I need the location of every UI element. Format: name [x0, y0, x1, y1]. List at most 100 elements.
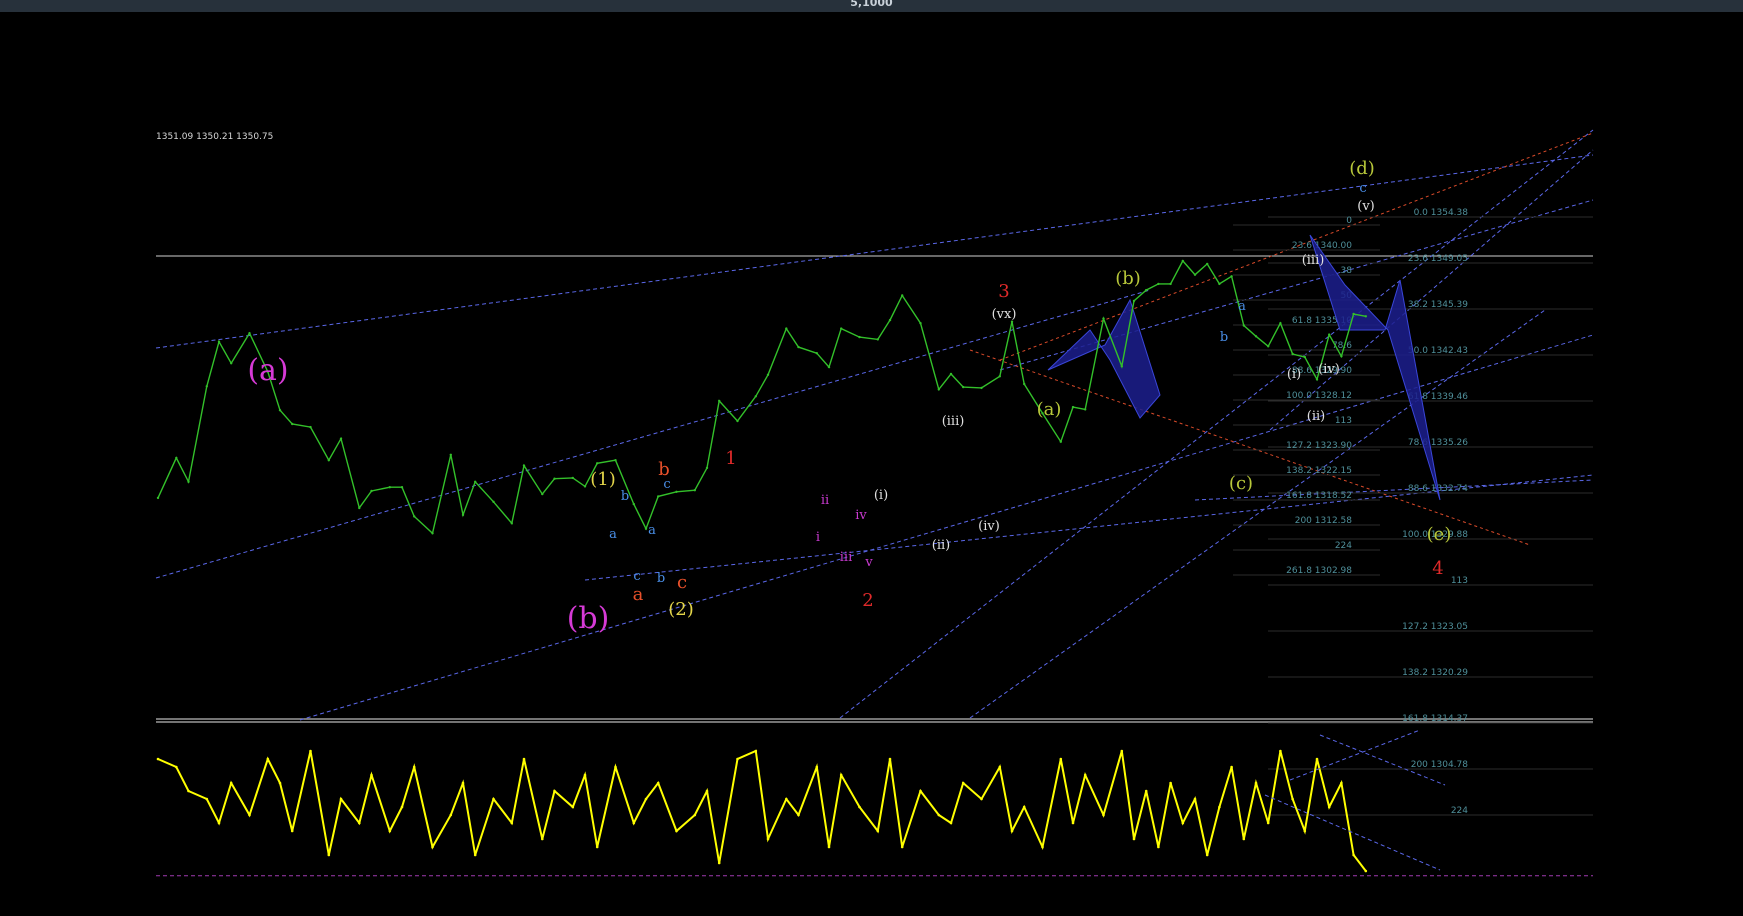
- price-point: [1120, 365, 1124, 368]
- oscillator-point: [449, 813, 453, 817]
- price-point: [827, 365, 831, 369]
- price-point: [1230, 275, 1233, 278]
- oscillator-point: [876, 829, 880, 833]
- oscillator-point: [461, 781, 465, 785]
- fib-level-label: 38.2 1345.39: [1408, 300, 1468, 310]
- oscillator-point: [937, 813, 941, 817]
- oscillator-point: [998, 765, 1002, 769]
- fib-level-label: 50.0 1342.43: [1408, 346, 1468, 356]
- fib-level-label: 113: [1451, 576, 1468, 586]
- oscillator-point: [900, 845, 904, 849]
- oscillator-point: [1364, 869, 1368, 873]
- price-point: [1315, 378, 1319, 381]
- oscillator-point: [1157, 845, 1160, 849]
- oscillator-point: [510, 821, 514, 825]
- oscillator-point: [400, 805, 404, 809]
- price-point: [358, 506, 361, 510]
- price-point: [413, 515, 416, 518]
- oscillator-point: [980, 797, 983, 801]
- price-point: [1071, 405, 1075, 409]
- fib-level-label: 78.6 1335.26: [1408, 438, 1468, 448]
- price-point: [644, 527, 648, 530]
- fib-level-label: 127.2 1323.90: [1286, 441, 1352, 451]
- fib-level-label: 100.0 1328.12: [1286, 391, 1352, 401]
- oscillator-point: [266, 757, 270, 761]
- oscillator-point: [541, 837, 544, 841]
- price-point: [888, 318, 892, 322]
- price-series-line: [157, 259, 1366, 535]
- oscillator-point: [705, 789, 709, 793]
- price-point: [1084, 408, 1087, 411]
- wave-label: iii: [840, 550, 852, 565]
- oscillator-point: [815, 765, 819, 769]
- price-chart[interactable]: 0.0 1354.38 23.6 1349.05 38.2 1345.39 50.0 …: [0, 0, 1743, 916]
- oscillator-point: [766, 837, 770, 841]
- price-point: [156, 496, 160, 500]
- red-trend-lines: [969, 132, 1594, 546]
- price-point: [1254, 335, 1258, 338]
- price-point: [541, 492, 544, 496]
- oscillator-point: [1340, 781, 1343, 785]
- oscillator-point: [492, 797, 495, 801]
- price-point: [1022, 382, 1026, 386]
- wave-label: i: [816, 530, 820, 545]
- wave-label: (c): [1229, 473, 1253, 494]
- price-point: [632, 502, 635, 506]
- fib-level-label: 0.0 1354.38: [1414, 208, 1469, 218]
- oscillator-point: [1010, 829, 1014, 833]
- price-point: [1132, 299, 1136, 303]
- oscillator-point: [754, 749, 758, 753]
- fib-level-label: 200 1304.78: [1411, 760, 1469, 770]
- oscillator-point: [1102, 813, 1105, 817]
- fib-level-label: 261.8 1302.98: [1286, 566, 1352, 576]
- fib-level-label: 224: [1451, 806, 1468, 816]
- wave-label: (i): [874, 488, 888, 503]
- price-point: [1352, 312, 1355, 316]
- oscillator-point: [1205, 853, 1209, 857]
- oscillator-point: [961, 781, 965, 785]
- wave-label: (e): [1427, 524, 1452, 545]
- price-point: [1206, 262, 1209, 266]
- price-point: [705, 466, 709, 470]
- oscillator-point: [370, 773, 373, 777]
- wave-label: a: [1238, 299, 1246, 314]
- wave-label: 3: [998, 281, 1009, 302]
- oscillator-point: [1279, 749, 1282, 753]
- oscillator-point: [675, 829, 678, 833]
- price-point: [1157, 282, 1160, 286]
- price-point: [766, 373, 770, 376]
- wave-label: 1: [725, 448, 736, 469]
- oscillator-point: [187, 789, 190, 793]
- price-point: [583, 485, 587, 488]
- price-point: [797, 345, 800, 349]
- oscillator-point: [1022, 805, 1026, 809]
- oscillator-trend-line: [1289, 729, 1421, 781]
- ohlc-readout: 1351.09 1350.21 1350.75: [156, 132, 273, 142]
- price-points: [156, 259, 1368, 535]
- price-point: [461, 513, 465, 517]
- oscillator-point: [431, 845, 434, 849]
- wave-label: ii: [821, 493, 829, 508]
- price-point: [1193, 273, 1197, 276]
- price-point: [718, 399, 721, 403]
- oscillator-point: [1242, 837, 1246, 841]
- price-point: [901, 294, 904, 297]
- fib-level-label: 224: [1335, 541, 1352, 551]
- price-point: [1328, 333, 1331, 336]
- oscillator-point: [797, 813, 800, 817]
- fib-level-label: 23.6 1340.00: [1292, 241, 1352, 251]
- channel-line: [299, 334, 1594, 721]
- fib-labels: 0.0 1354.38 23.6 1349.05 38.2 1345.39 50.0 …: [1286, 208, 1468, 816]
- oscillator-point: [1254, 781, 1258, 785]
- wave-label: (iv): [1318, 362, 1340, 377]
- oscillator-point: [1303, 829, 1307, 833]
- oscillator-point: [1071, 821, 1075, 825]
- oscillator-point: [632, 821, 636, 825]
- fib-level-label: 38: [1341, 266, 1353, 276]
- price-point: [492, 500, 495, 503]
- wave-label: 4: [1432, 558, 1443, 579]
- wave-label: a: [609, 527, 617, 542]
- wave-label: (iii): [942, 414, 965, 429]
- price-point: [657, 495, 660, 498]
- wave-label: b: [658, 459, 670, 480]
